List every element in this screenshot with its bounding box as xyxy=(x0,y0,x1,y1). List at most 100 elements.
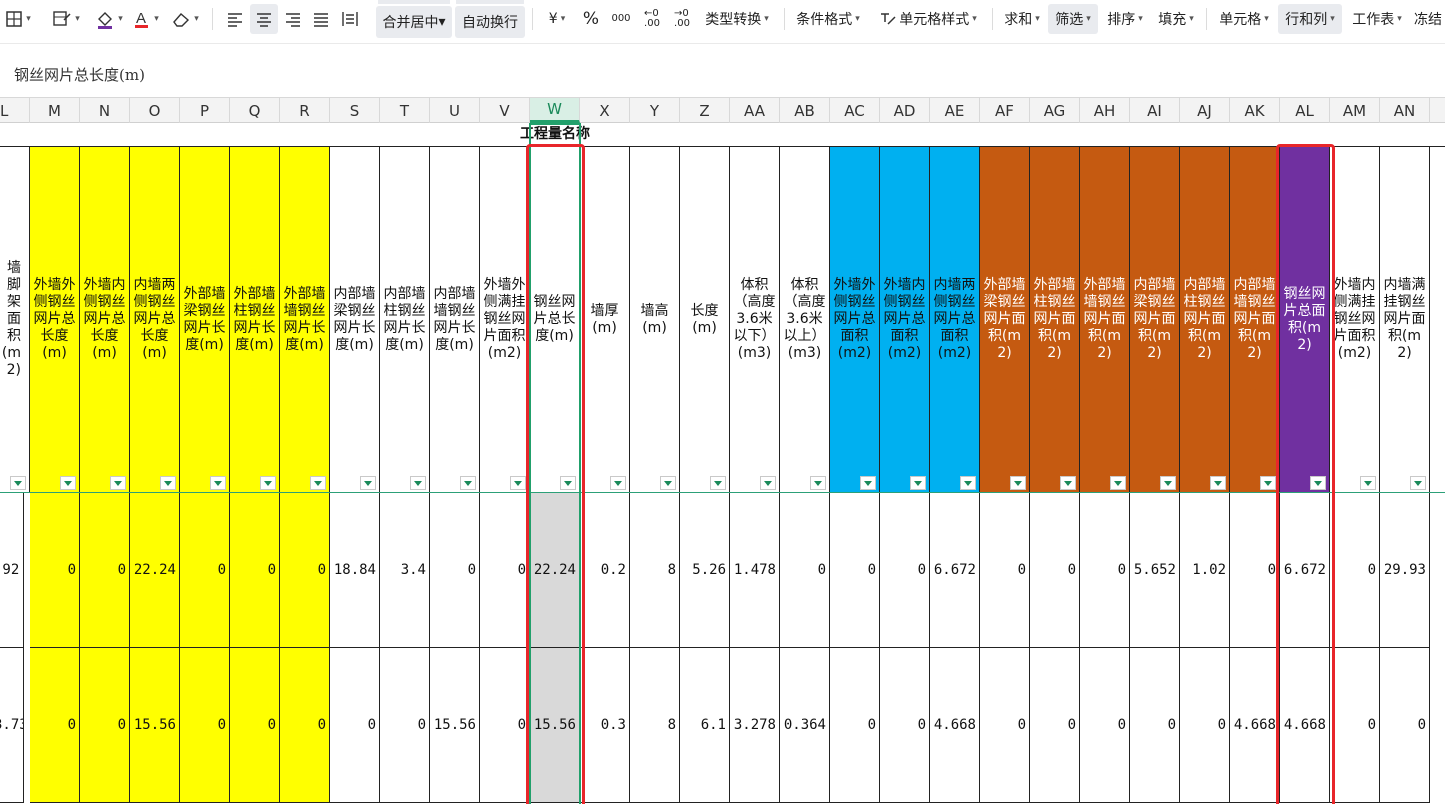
filter-dropdown-icon[interactable] xyxy=(410,476,426,490)
header-cell-m[interactable]: 外墙外侧钢丝网片总长度(m) xyxy=(30,147,80,493)
data-cell[interactable]: 0 xyxy=(1330,493,1380,648)
formula-bar[interactable]: 钢丝网片总长度(m) xyxy=(0,60,1445,88)
data-cell[interactable]: 0 xyxy=(30,493,80,648)
percent-button[interactable]: % xyxy=(578,4,604,34)
data-cell[interactable]: 0 xyxy=(230,648,280,803)
filter-dropdown-icon[interactable] xyxy=(110,476,126,490)
align-center-button[interactable] xyxy=(250,4,278,34)
header-cell-t[interactable]: 内部墙柱钢丝网片长度(m) xyxy=(380,147,430,493)
column-header-aa[interactable]: AA xyxy=(730,98,780,123)
data-cell[interactable]: 15.56 xyxy=(430,648,480,803)
filter-dropdown-icon[interactable] xyxy=(1010,476,1026,490)
wrap-text-button[interactable]: 自动换行 xyxy=(455,6,525,38)
data-cell[interactable]: 22.24 xyxy=(130,493,180,648)
filter-dropdown-icon[interactable] xyxy=(660,476,676,490)
data-cell[interactable]: 0.364 xyxy=(780,648,830,803)
data-cell[interactable]: 0 xyxy=(230,493,280,648)
column-header-al[interactable]: AL xyxy=(1280,98,1330,123)
cell-format-button[interactable]: ▾ xyxy=(46,4,86,34)
column-header-w[interactable]: W xyxy=(530,98,580,123)
header-cell-z[interactable]: 长度(m) xyxy=(680,147,730,493)
data-cell[interactable]: 5.26 xyxy=(680,493,730,648)
column-header-p[interactable]: P xyxy=(180,98,230,123)
header-cell-r[interactable]: 外部墙墙钢丝网片长度(m) xyxy=(280,147,330,493)
data-cell[interactable]: 0 xyxy=(780,493,830,648)
column-header-z[interactable]: Z xyxy=(680,98,730,123)
column-header-ae[interactable]: AE xyxy=(930,98,980,123)
data-cell[interactable]: 4.668 xyxy=(1230,648,1280,803)
merge-center-button[interactable]: 合并居中 ▾ xyxy=(376,6,452,38)
header-cell-ak[interactable]: 内部墙墙钢丝网片面积(m2) xyxy=(1230,147,1280,493)
data-cell[interactable]: 0 xyxy=(980,648,1030,803)
header-cell-p[interactable]: 外部墙梁钢丝网片长度(m) xyxy=(180,147,230,493)
data-cell[interactable]: 3.73 xyxy=(0,648,24,803)
header-cell-ai[interactable]: 内部墙梁钢丝网片面积(m2) xyxy=(1130,147,1180,493)
column-header-ah[interactable]: AH xyxy=(1080,98,1130,123)
header-cell-am[interactable]: 外墙内侧满挂钢丝网片面积(m2) xyxy=(1330,147,1380,493)
filter-dropdown-icon[interactable] xyxy=(10,476,26,490)
filter-dropdown-icon[interactable] xyxy=(1160,476,1176,490)
column-header-q[interactable]: Q xyxy=(230,98,280,123)
filter-dropdown-icon[interactable] xyxy=(1110,476,1126,490)
data-cell[interactable]: 29.93 xyxy=(1380,493,1430,648)
data-cell[interactable]: 8 xyxy=(630,648,680,803)
column-header-ai[interactable]: AI xyxy=(1130,98,1180,123)
header-cell-aa[interactable]: 体积（高度3.6米以下）(m3) xyxy=(730,147,780,493)
data-cell[interactable]: 15.56 xyxy=(530,648,580,803)
column-header-v[interactable]: V xyxy=(480,98,530,123)
column-header-y[interactable]: Y xyxy=(630,98,680,123)
header-cell-ae[interactable]: 内墙两侧钢丝网片总面积(m2) xyxy=(930,147,980,493)
filter-dropdown-icon[interactable] xyxy=(710,476,726,490)
header-cell-al[interactable]: 钢丝网片总面积(m2) xyxy=(1280,147,1330,493)
column-header-x[interactable]: X xyxy=(580,98,630,123)
header-cell-v[interactable]: 外墙外侧满挂钢丝网片面积(m2) xyxy=(480,147,530,493)
header-cell-ad[interactable]: 外墙内侧钢丝网片总面积(m2) xyxy=(880,147,930,493)
column-header-l[interactable]: L xyxy=(0,98,30,123)
column-header-s[interactable]: S xyxy=(330,98,380,123)
data-cell[interactable]: .92 xyxy=(0,493,24,648)
data-cell[interactable]: 0.3 xyxy=(580,648,630,803)
column-header-ad[interactable]: AD xyxy=(880,98,930,123)
column-header-r[interactable]: R xyxy=(280,98,330,123)
column-header-ac[interactable]: AC xyxy=(830,98,880,123)
data-cell[interactable]: 0 xyxy=(880,493,930,648)
column-header-n[interactable]: N xyxy=(80,98,130,123)
data-cell[interactable]: 0 xyxy=(880,648,930,803)
filter-dropdown-icon[interactable] xyxy=(160,476,176,490)
filter-dropdown-icon[interactable] xyxy=(810,476,826,490)
worksheet-button[interactable]: 工作表 ▾ xyxy=(1346,4,1408,34)
data-cell[interactable]: 0 xyxy=(480,648,530,803)
header-cell-s[interactable]: 内部墙梁钢丝网片长度(m) xyxy=(330,147,380,493)
cells-button[interactable]: 单元格 ▾ xyxy=(1214,4,1274,34)
filter-dropdown-icon[interactable] xyxy=(960,476,976,490)
align-left-button[interactable] xyxy=(222,4,248,34)
filter-dropdown-icon[interactable] xyxy=(260,476,276,490)
column-header-am[interactable]: AM xyxy=(1330,98,1380,123)
data-cell[interactable]: 0 xyxy=(1380,648,1430,803)
column-header-t[interactable]: T xyxy=(380,98,430,123)
header-cell-o[interactable]: 内墙两侧钢丝网片总长度(m) xyxy=(130,147,180,493)
filter-dropdown-icon[interactable] xyxy=(360,476,376,490)
data-cell[interactable]: 6.672 xyxy=(1280,493,1330,648)
data-cell[interactable]: 15.56 xyxy=(130,648,180,803)
data-cell[interactable]: 0 xyxy=(1080,493,1130,648)
fill-color-button[interactable]: ▾ xyxy=(90,4,128,34)
data-cell[interactable]: 0 xyxy=(1030,493,1080,648)
group-title[interactable]: 工程量名称 xyxy=(0,123,1110,146)
data-cell[interactable]: 8 xyxy=(630,493,680,648)
data-cell[interactable]: 18.84 xyxy=(330,493,380,648)
filter-dropdown-icon[interactable] xyxy=(210,476,226,490)
data-cell[interactable]: 1.02 xyxy=(1180,493,1230,648)
fill-button[interactable]: 填充 ▾ xyxy=(1152,4,1200,34)
header-cell-ah[interactable]: 外部墙墙钢丝网片面积(m2) xyxy=(1080,147,1130,493)
increase-decimal-button[interactable]: ←0 .00 xyxy=(638,4,666,34)
column-header-af[interactable]: AF xyxy=(980,98,1030,123)
filter-dropdown-icon[interactable] xyxy=(1060,476,1076,490)
rows-cols-button[interactable]: 行和列 ▾ xyxy=(1278,4,1342,34)
header-cell-w[interactable]: 钢丝网片总长度(m) xyxy=(530,147,580,493)
header-cell-u[interactable]: 内部墙墙钢丝网片长度(m) xyxy=(430,147,480,493)
filter-dropdown-icon[interactable] xyxy=(1310,476,1326,490)
data-cell[interactable]: 0 xyxy=(380,648,430,803)
align-right-button[interactable] xyxy=(280,4,306,34)
data-cell[interactable]: 0 xyxy=(280,648,330,803)
